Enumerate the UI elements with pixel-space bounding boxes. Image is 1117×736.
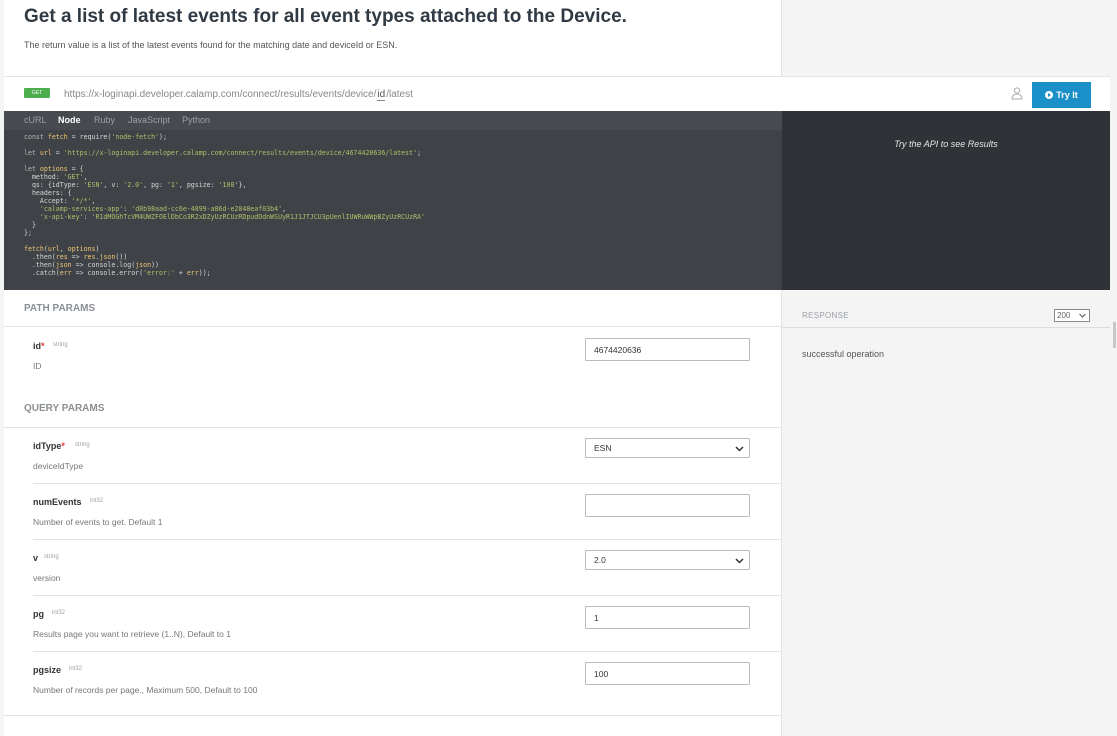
version-select[interactable]: 2.0 xyxy=(585,550,750,570)
param-type-id: string xyxy=(53,342,68,348)
section-divider xyxy=(4,427,781,428)
response-divider xyxy=(782,327,1110,328)
method-badge: GET xyxy=(24,88,50,98)
version-selected-value: 2.0 xyxy=(594,555,606,565)
param-type-v: string xyxy=(44,554,59,560)
param-type-idtype: string xyxy=(75,442,90,448)
param-desc-pgsize: Number of records per page., Maximum 500… xyxy=(33,685,258,695)
chevron-down-icon xyxy=(1079,313,1086,318)
param-name-idtype: idType* xyxy=(33,441,65,451)
param-type-numevents: int32 xyxy=(90,498,104,504)
response-code-select[interactable]: 200 xyxy=(1054,309,1090,322)
scrollbar-thumb[interactable] xyxy=(1113,322,1116,348)
row-divider xyxy=(33,539,781,540)
param-name-numevents: numEvents xyxy=(33,497,82,507)
param-name-pgsize: pgsize xyxy=(33,665,62,675)
tab-javascript[interactable]: JavaScript xyxy=(128,115,170,125)
tab-python[interactable]: Python xyxy=(182,115,210,125)
response-description: successful operation xyxy=(802,349,885,359)
endpoint-url: https://x-loginapi.developer.calamp.com/… xyxy=(64,89,413,101)
tab-curl[interactable]: cURL xyxy=(24,115,47,125)
url-prefix: https://x-loginapi.developer.calamp.com/… xyxy=(64,89,377,100)
user-icon[interactable] xyxy=(1010,86,1024,100)
tab-node[interactable]: Node xyxy=(58,115,81,125)
section-divider xyxy=(4,326,781,327)
param-desc-v: version xyxy=(33,573,61,583)
url-suffix: /latest xyxy=(386,89,413,100)
param-name-pg: pg xyxy=(33,609,44,619)
code-sample: const fetch = require('node-fetch'); let… xyxy=(24,133,425,277)
numevents-input[interactable] xyxy=(585,494,750,517)
url-path-param: id xyxy=(377,89,386,101)
code-panel: cURL Node Ruby JavaScript Python const f… xyxy=(4,111,782,290)
row-divider xyxy=(33,483,781,484)
row-divider xyxy=(33,651,781,652)
pgsize-input[interactable] xyxy=(585,662,750,685)
chevron-down-icon xyxy=(735,446,744,452)
play-icon xyxy=(1045,91,1054,99)
id-input[interactable] xyxy=(585,338,750,361)
idtype-selected-value: ESN xyxy=(594,443,612,453)
param-name-id: id* xyxy=(33,341,45,351)
try-it-label: Try It xyxy=(1056,90,1078,100)
param-name-v: v xyxy=(33,553,39,563)
tab-ruby[interactable]: Ruby xyxy=(94,115,115,125)
row-divider xyxy=(33,595,781,596)
path-params-title: PATH PARAMS xyxy=(24,303,96,314)
section-divider xyxy=(4,715,781,716)
page-title: Get a list of latest events for all even… xyxy=(24,6,627,27)
response-code-value: 200 xyxy=(1057,311,1071,320)
param-desc-pg: Results page you want to retrieve (1..N)… xyxy=(33,629,231,639)
endpoint-bar: GET https://x-loginapi.developer.calamp.… xyxy=(4,76,1110,111)
required-marker: * xyxy=(41,341,45,351)
results-message: Try the API to see Results xyxy=(894,139,998,149)
try-it-button[interactable]: Try It xyxy=(1032,82,1091,108)
pg-input[interactable] xyxy=(585,606,750,629)
param-desc-idtype: deviceIdType xyxy=(33,461,84,471)
required-marker: * xyxy=(61,441,65,451)
idtype-select[interactable]: ESN xyxy=(585,438,750,458)
response-label: RESPONSE xyxy=(802,311,849,320)
param-type-pg: int32 xyxy=(52,610,66,616)
param-desc-numevents: Number of events to get. Default 1 xyxy=(33,517,163,527)
query-params-title: QUERY PARAMS xyxy=(24,403,105,414)
param-desc-id: ID xyxy=(33,361,42,371)
results-panel: Try the API to see Results xyxy=(782,111,1110,290)
chevron-down-icon xyxy=(735,558,744,564)
page-description: The return value is a list of the latest… xyxy=(24,40,398,50)
param-type-pgsize: int32 xyxy=(69,666,83,672)
language-tabs: cURL Node Ruby JavaScript Python xyxy=(4,111,782,130)
